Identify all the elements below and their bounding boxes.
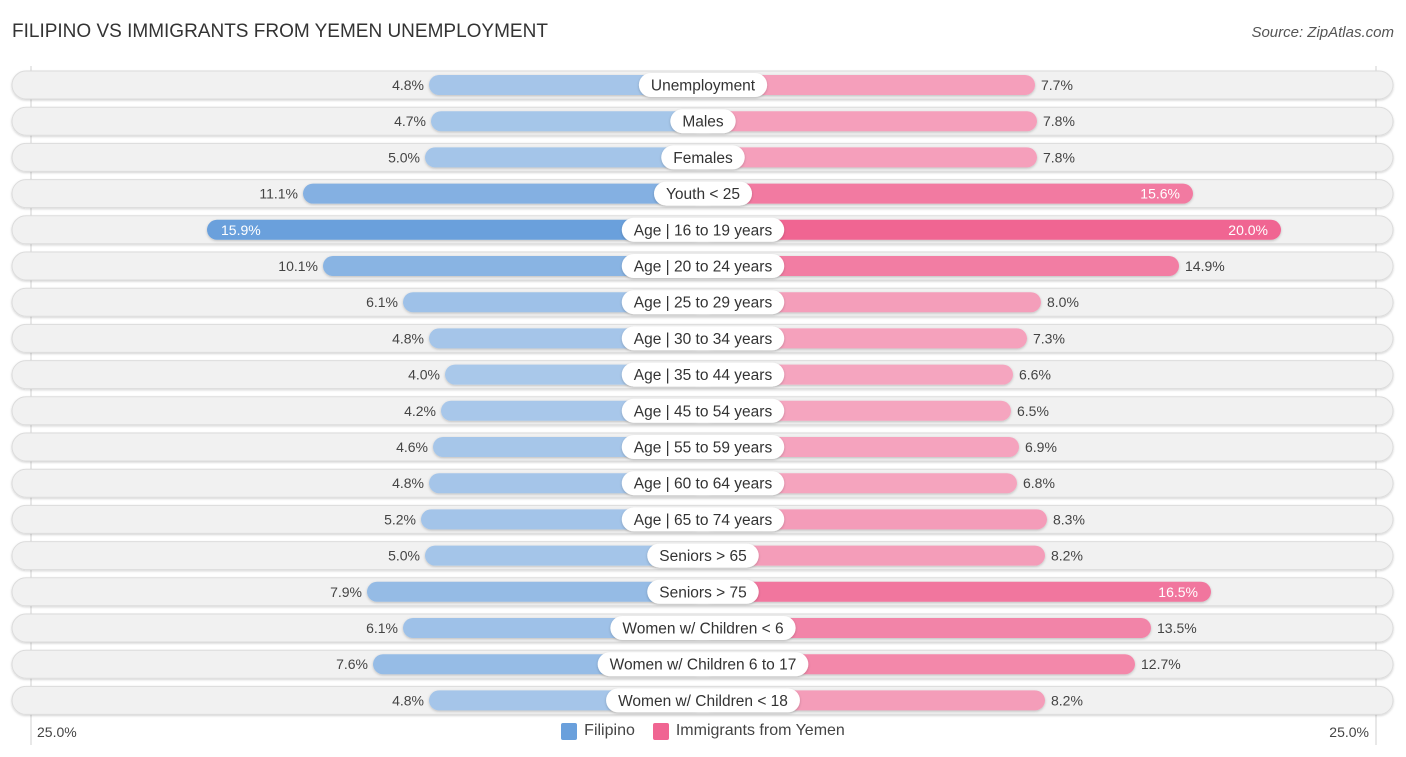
- value-label-yemen: 8.2%: [1051, 692, 1083, 708]
- category-label: Age | 35 to 44 years: [634, 367, 773, 384]
- chart-row: 5.0% 8.2% Seniors > 65: [11, 541, 1394, 571]
- value-label-yemen: 6.9%: [1025, 439, 1057, 455]
- category-label: Females: [673, 150, 733, 167]
- category-label: Age | 20 to 24 years: [634, 259, 773, 276]
- chart-row: 4.8% 6.8% Age | 60 to 64 years: [11, 468, 1394, 498]
- value-label-yemen: 6.5%: [1017, 403, 1049, 419]
- chart-row: 5.2% 8.3% Age | 65 to 74 years: [11, 504, 1394, 534]
- bar-filipino[interactable]: [303, 183, 703, 204]
- chart-row: 4.8% 7.3% Age | 30 to 34 years: [11, 323, 1394, 353]
- value-label-filipino: 6.1%: [366, 294, 398, 310]
- value-label-filipino: 6.1%: [366, 620, 398, 636]
- value-label-filipino: 4.8%: [392, 77, 424, 93]
- category-label: Age | 16 to 19 years: [634, 222, 773, 239]
- value-label-filipino: 4.7%: [394, 113, 426, 129]
- chart-row: 4.6% 6.9% Age | 55 to 59 years: [11, 432, 1394, 462]
- bar-yemen[interactable]: [703, 183, 1193, 204]
- value-label-yemen: 14.9%: [1185, 258, 1225, 274]
- value-label-filipino: 15.9%: [221, 222, 261, 238]
- chart-row: 5.0% 7.8% Females: [11, 142, 1394, 172]
- category-label: Age | 30 to 34 years: [634, 331, 773, 348]
- value-label-yemen: 13.5%: [1157, 620, 1197, 636]
- value-label-filipino: 7.6%: [336, 656, 368, 672]
- value-label-yemen: 6.6%: [1019, 367, 1051, 383]
- value-label-yemen: 6.8%: [1023, 475, 1055, 491]
- value-label-yemen: 8.3%: [1053, 511, 1085, 527]
- chart-row: 4.0% 6.6% Age | 35 to 44 years: [11, 360, 1394, 390]
- value-label-yemen: 15.6%: [1140, 186, 1180, 202]
- category-label: Youth < 25: [666, 186, 740, 203]
- value-label-yemen: 7.7%: [1041, 77, 1073, 93]
- value-label-yemen: 8.0%: [1047, 294, 1079, 310]
- category-label: Age | 60 to 64 years: [634, 476, 773, 493]
- bar-yemen[interactable]: [703, 111, 1037, 132]
- category-label: Unemployment: [651, 78, 756, 95]
- category-label: Age | 55 to 59 years: [634, 440, 773, 457]
- chart-row: 4.8% 7.7% Unemployment: [11, 70, 1394, 100]
- legend-label-filipino: Filipino: [584, 722, 635, 739]
- value-label-filipino: 11.1%: [259, 186, 298, 202]
- chart-row: 7.9% 16.5% Seniors > 75: [11, 577, 1394, 607]
- chart-row: 4.8% 8.2% Women w/ Children < 18: [11, 685, 1394, 715]
- value-label-filipino: 5.2%: [384, 511, 416, 527]
- chart-row: 6.1% 13.5% Women w/ Children < 6: [11, 613, 1394, 643]
- value-label-filipino: 7.9%: [330, 584, 362, 600]
- category-label: Age | 25 to 29 years: [634, 295, 773, 312]
- value-label-filipino: 4.8%: [392, 475, 424, 491]
- chart-canvas: 4.8% 7.7% Unemployment 4.7% 7.8% Males 5.0% 7.8…: [11, 66, 1394, 745]
- category-label: Women w/ Children < 18: [618, 693, 788, 710]
- bar-yemen[interactable]: [703, 147, 1037, 168]
- value-label-yemen: 7.8%: [1043, 149, 1075, 165]
- chart-row: 10.1% 14.9% Age | 20 to 24 years: [11, 251, 1394, 281]
- legend-swatch-yemen: [652, 722, 669, 740]
- value-label-yemen: 7.8%: [1043, 113, 1075, 129]
- value-label-filipino: 4.8%: [392, 692, 424, 708]
- value-label-filipino: 4.8%: [392, 330, 424, 346]
- category-label: Women w/ Children < 6: [622, 621, 783, 638]
- legend-item-yemen[interactable]: Immigrants from Yemen: [652, 722, 845, 740]
- value-label-yemen: 12.7%: [1141, 656, 1181, 672]
- legend-label-yemen: Immigrants from Yemen: [675, 722, 845, 739]
- chart-row: 11.1% 15.6% Youth < 25: [11, 179, 1394, 209]
- legend: Filipino Immigrants from Yemen: [0, 722, 1406, 740]
- value-label-filipino: 4.0%: [408, 367, 440, 383]
- chart-row: 4.2% 6.5% Age | 45 to 54 years: [11, 396, 1394, 426]
- value-label-yemen: 7.3%: [1033, 330, 1065, 346]
- value-label-filipino: 5.0%: [388, 548, 420, 564]
- category-label: Women w/ Children 6 to 17: [610, 657, 797, 674]
- category-label: Males: [682, 114, 724, 131]
- category-label: Seniors > 75: [659, 584, 746, 601]
- legend-swatch-filipino: [561, 722, 578, 740]
- category-label: Age | 65 to 74 years: [634, 512, 773, 529]
- value-label-filipino: 5.0%: [388, 149, 420, 165]
- category-label: Seniors > 65: [659, 548, 746, 565]
- value-label-yemen: 20.0%: [1228, 222, 1268, 238]
- chart-row: 15.9% 20.0% Age | 16 to 19 years: [11, 215, 1394, 245]
- value-label-yemen: 8.2%: [1051, 548, 1083, 564]
- chart-row: 4.7% 7.8% Males: [11, 106, 1394, 136]
- value-label-filipino: 4.2%: [404, 403, 436, 419]
- bar-filipino[interactable]: [431, 111, 703, 132]
- bar-yemen[interactable]: [703, 219, 1281, 240]
- value-label-filipino: 10.1%: [278, 258, 318, 274]
- value-label-filipino: 4.6%: [396, 439, 428, 455]
- legend-item-filipino[interactable]: Filipino: [561, 722, 635, 740]
- bar-yemen[interactable]: [703, 581, 1211, 602]
- chart-row: 6.1% 8.0% Age | 25 to 29 years: [11, 287, 1394, 317]
- chart-row: 7.6% 12.7% Women w/ Children 6 to 17: [11, 649, 1394, 679]
- category-label: Age | 45 to 54 years: [634, 403, 773, 420]
- value-label-yemen: 16.5%: [1158, 584, 1198, 600]
